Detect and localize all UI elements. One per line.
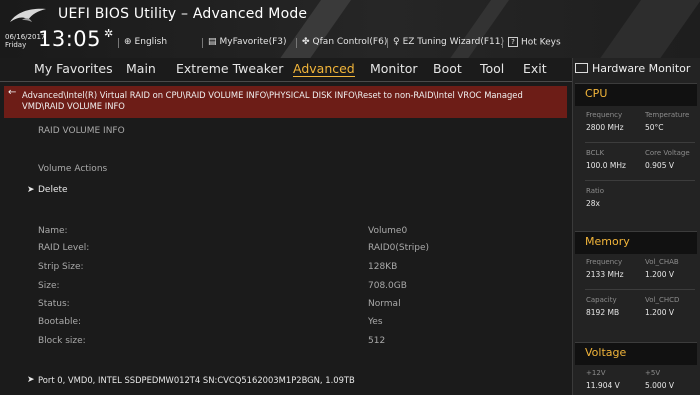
cpu-frequency-value: 2800 MHz — [586, 123, 624, 132]
field-value: 512 — [368, 336, 386, 346]
header-decoration — [591, 0, 700, 58]
delete-item[interactable]: Delete — [38, 185, 68, 195]
core-voltage-value: 0.905 V — [645, 161, 674, 170]
breadcrumb-path: Advanced\Intel(R) Virtual RAID on CPU\RA… — [22, 90, 523, 111]
tab-extreme-tweaker[interactable]: Extreme Tweaker — [176, 61, 283, 76]
field-value: 128KB — [368, 262, 398, 272]
hot-keys-button[interactable]: ? Hot Keys — [502, 37, 561, 48]
tab-exit[interactable]: Exit — [523, 61, 547, 76]
cpu-temperature-label: Temperature — [645, 111, 690, 119]
v5-label: +5V — [645, 369, 661, 377]
tab-tool[interactable]: Tool — [480, 61, 504, 76]
bulb-icon: ♀ — [393, 37, 400, 47]
field-label: Strip Size: — [38, 262, 84, 272]
voltage-heading: Voltage — [585, 346, 627, 359]
myfavorite-icon: ▤ — [208, 37, 217, 47]
vol-chcd-label: Vol_CHCD — [645, 296, 680, 304]
toolbar-divider — [502, 38, 503, 48]
hotkeys-icon: ? — [508, 37, 518, 47]
tab-my-favorites[interactable]: My Favorites — [34, 61, 113, 76]
voltage-section-header: Voltage — [575, 342, 697, 365]
field-label: RAID Level: — [38, 243, 90, 253]
field-value: Yes — [368, 317, 383, 327]
fan-icon: ✤ — [302, 37, 310, 47]
tab-main[interactable]: Main — [126, 61, 156, 76]
back-arrow-icon[interactable]: ← — [8, 87, 16, 98]
memory-frequency-label: Frequency — [586, 258, 623, 266]
qfan-control-label: Qfan Control(F6) — [312, 37, 388, 47]
ratio-label: Ratio — [586, 187, 604, 195]
field-label: Name: — [38, 226, 68, 236]
vol-chab-label: Vol_CHAB — [645, 258, 679, 266]
cpu-heading: CPU — [585, 87, 608, 100]
bclk-value: 100.0 MHz — [586, 161, 626, 170]
globe-icon: ⊕ — [124, 37, 132, 47]
hardware-monitor-title: Hardware Monitor — [575, 62, 690, 75]
divider — [585, 180, 695, 181]
cpu-section-header: CPU — [575, 83, 697, 106]
myfavorite-label: MyFavorite(F3) — [219, 37, 287, 47]
toolbar-divider — [118, 38, 119, 48]
memory-heading: Memory — [585, 235, 630, 248]
cpu-temperature-value: 50°C — [645, 123, 664, 132]
volume-actions-heading: Volume Actions — [38, 164, 108, 174]
field-label: Size: — [38, 281, 60, 291]
monitor-icon — [575, 63, 588, 73]
capacity-label: Capacity — [586, 296, 617, 304]
field-value: Normal — [368, 299, 401, 309]
qfan-control-button[interactable]: ✤ Qfan Control(F6) — [296, 37, 388, 48]
tab-monitor[interactable]: Monitor — [370, 61, 418, 76]
breadcrumb: ← Advanced\Intel(R) Virtual RAID on CPU\… — [4, 86, 567, 118]
hot-keys-label: Hot Keys — [521, 37, 561, 48]
hardware-monitor-label: Hardware Monitor — [592, 62, 691, 75]
cpu-frequency-label: Frequency — [586, 111, 623, 119]
language-button[interactable]: ⊕ English — [118, 37, 168, 48]
header-decoration — [441, 0, 517, 58]
toolbar-divider — [202, 38, 203, 48]
language-label: English — [134, 37, 168, 47]
chevron-right-icon: ➤ — [27, 185, 35, 195]
gear-icon[interactable]: ✲ — [104, 27, 113, 40]
field-value: 708.0GB — [368, 281, 407, 291]
core-voltage-label: Core Voltage — [645, 149, 690, 157]
app-title: UEFI BIOS Utility – Advanced Mode — [58, 6, 308, 22]
tab-boot[interactable]: Boot — [433, 61, 462, 76]
v12-value: 11.904 V — [586, 381, 620, 390]
main-menu-tabs: My Favorites Main Extreme Tweaker Advanc… — [0, 58, 572, 82]
toolbar-divider — [296, 38, 297, 48]
field-label: Block size: — [38, 336, 86, 346]
bclk-label: BCLK — [586, 149, 605, 157]
divider — [585, 289, 695, 290]
memory-section-header: Memory — [575, 231, 697, 254]
field-value: RAID0(Stripe) — [368, 243, 430, 253]
ez-tuning-wizard-label: EZ Tuning Wizard(F11) — [402, 37, 504, 47]
tab-advanced[interactable]: Advanced — [293, 61, 355, 77]
section-title: RAID VOLUME INFO — [38, 126, 125, 136]
myfavorite-button[interactable]: ▤ MyFavorite(F3) — [202, 37, 287, 48]
vol-chab-value: 1.200 V — [645, 270, 674, 279]
ratio-value: 28x — [586, 199, 600, 208]
toolbar-divider — [387, 38, 388, 48]
field-label: Bootable: — [38, 317, 82, 327]
chevron-right-icon: ➤ — [27, 375, 35, 385]
port-item[interactable]: Port 0, VMD0, INTEL SSDPEDMW012T4 SN:CVC… — [38, 375, 355, 385]
vol-chcd-value: 1.200 V — [645, 308, 674, 317]
capacity-value: 8192 MB — [586, 308, 620, 317]
ez-tuning-wizard-button[interactable]: ♀ EZ Tuning Wizard(F11) — [387, 37, 504, 48]
field-value: Volume0 — [368, 226, 408, 236]
v12-label: +12V — [586, 369, 606, 377]
rog-logo-icon — [10, 8, 46, 22]
memory-frequency-value: 2133 MHz — [586, 270, 624, 279]
field-label: Status: — [38, 299, 70, 309]
v5-value: 5.000 V — [645, 381, 674, 390]
divider — [585, 142, 695, 143]
clock-display[interactable]: 13:05 — [38, 27, 101, 51]
